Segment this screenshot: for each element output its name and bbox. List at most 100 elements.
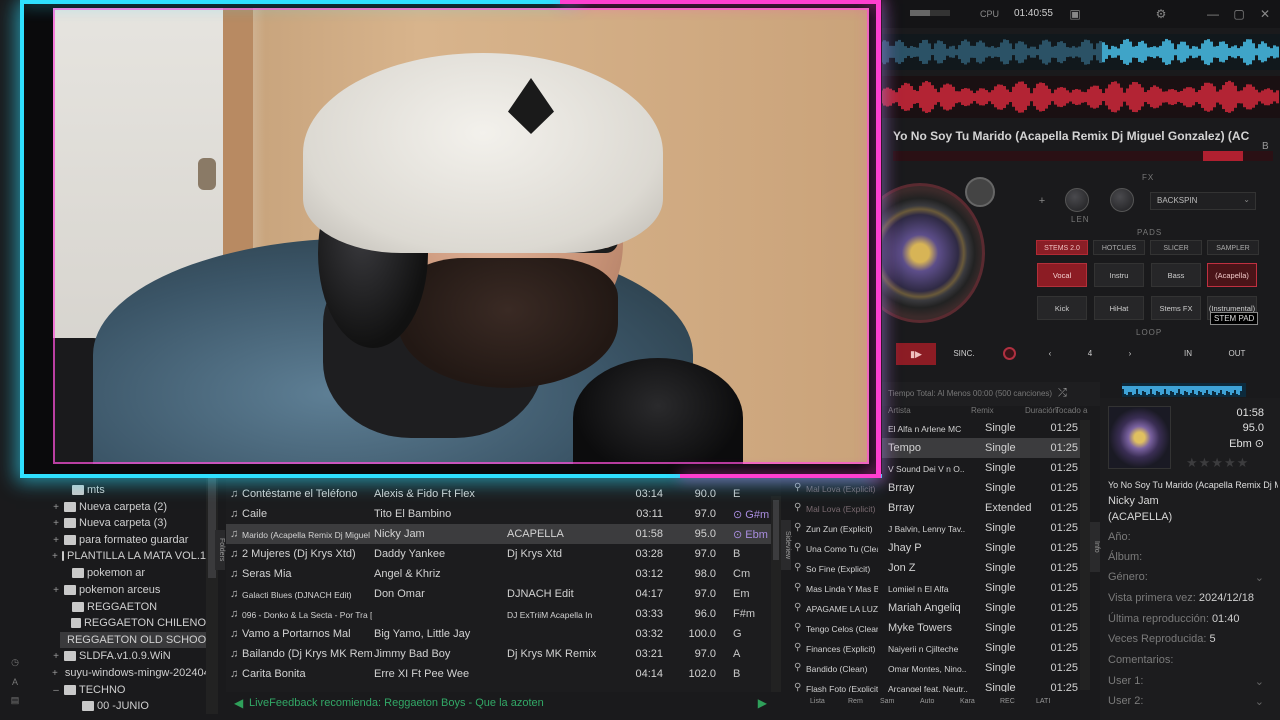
right-list-scrollbar[interactable]: [1080, 420, 1090, 690]
loop-double-button[interactable]: ›: [1120, 343, 1140, 365]
folder-item[interactable]: + Nueva carpeta (2): [52, 499, 206, 515]
shuffle-icon[interactable]: ⤮: [1058, 387, 1067, 400]
tab-hotcues[interactable]: HOTCUES: [1093, 240, 1145, 255]
expand-toggle-icon[interactable]: +: [52, 518, 60, 529]
right-track-row[interactable]: ⚲ Mal Lova (Explicit) Brray Extended 01:25: [790, 498, 1090, 518]
track-list-scrollbar[interactable]: [771, 496, 781, 692]
info-album[interactable]: Álbum:: [1108, 551, 1268, 563]
pad-vocal[interactable]: Vocal: [1037, 263, 1087, 287]
sync-button[interactable]: SINC.: [944, 343, 984, 365]
folder-item[interactable]: + SLDFA.v1.0.9.WiN: [52, 648, 206, 664]
info-side-tab[interactable]: Info: [1090, 522, 1100, 572]
info-year[interactable]: Año:: [1108, 531, 1268, 543]
rating-stars[interactable]: ★★★★★: [1186, 455, 1249, 471]
track-row[interactable]: ♫ Caile Tito El Bambino 03:11 97.0 ⊙ G#m: [226, 504, 781, 524]
fx-knob-len[interactable]: [1065, 188, 1089, 212]
folder-item[interactable]: REGGAETON CHILENO: [60, 615, 206, 631]
mini-waveform[interactable]: [1122, 383, 1246, 397]
expand-toggle-icon[interactable]: +: [52, 651, 60, 662]
folders-side-tab[interactable]: Folders: [215, 530, 225, 570]
pad-stems-fx[interactable]: Stems FX: [1151, 296, 1201, 320]
toolbar-button[interactable]: Lista: [810, 698, 825, 705]
expand-toggle-icon[interactable]: +: [52, 502, 60, 513]
expand-toggle-icon[interactable]: +: [52, 551, 58, 562]
pad-bass[interactable]: Bass: [1151, 263, 1201, 287]
right-track-row[interactable]: ⚲ Tengo Celos (Clean) Myke Towers Single 01:…: [790, 618, 1090, 638]
col-remix[interactable]: Remix: [971, 406, 994, 415]
history-icon[interactable]: ◷: [9, 656, 21, 668]
close-icon[interactable]: ✕: [1258, 7, 1272, 21]
col-artist[interactable]: Artista: [888, 406, 911, 415]
tab-sampler[interactable]: SAMPLER: [1207, 240, 1259, 255]
pad-kick[interactable]: Kick: [1037, 296, 1087, 320]
expand-toggle-icon[interactable]: +: [52, 585, 60, 596]
info-genre[interactable]: Género: ⌄: [1108, 571, 1268, 584]
right-track-row[interactable]: ⚲ Finances (Explicit) Naiyerii n Cjilteche…: [790, 638, 1090, 658]
live-feedback-bar[interactable]: ◀ LiveFeedback recomienda: Reggaeton Boy…: [226, 692, 781, 714]
track-row[interactable]: ♫ Bailando (Dj Krys MK Remix) Jimmy Bad Bo…: [226, 644, 781, 664]
folder-item[interactable]: REGGAETON OLD SCHOOL: [60, 632, 206, 648]
right-track-row[interactable]: ⚲ Una Como Tu (Clean) Jhay P Single 01:25: [790, 538, 1090, 558]
col-duration[interactable]: Duración: [1025, 406, 1057, 415]
loop-size[interactable]: 4: [1075, 343, 1105, 365]
track-row[interactable]: ♫ Seras Mia Angel & Khriz 03:12 98.0 Cm: [226, 564, 781, 584]
track-row[interactable]: ♫ 096 - Donko & La Secta - Por Tra [.. DJ …: [226, 604, 781, 624]
rec-icon[interactable]: [1003, 347, 1016, 360]
toolbar-button[interactable]: Sam: [880, 698, 894, 705]
gear-icon[interactable]: ⚙: [1154, 7, 1168, 21]
folder-item[interactable]: + para formateo guardar: [52, 532, 206, 548]
track-row[interactable]: ♫ Vamo a Portarnos Mal Big Yamo, Little Ja…: [226, 624, 781, 644]
right-track-row[interactable]: ⚲ Mal Lova (Explicit) Brray Single 01:25: [790, 478, 1090, 498]
folder-item[interactable]: + suyu-windows-mingw-20240410-0cfe4: [52, 665, 206, 681]
folder-item[interactable]: pokemon ar: [60, 565, 206, 581]
track-row[interactable]: ♫ Carita Bonita Erre XI Ft Pee Wee 04:14 102…: [226, 664, 781, 684]
track-row[interactable]: ♫Marido (Acapella Remix Dj Miguel GonzNi…: [226, 524, 781, 544]
folder-item[interactable]: – TECHNO: [52, 682, 206, 698]
minimize-icon[interactable]: —: [1206, 7, 1220, 21]
expand-toggle-icon[interactable]: –: [52, 685, 60, 696]
expand-toggle-icon[interactable]: +: [52, 535, 60, 546]
track-row[interactable]: ♫ Galacti Blues (DJNACH Edit) Don Omar DJNA…: [226, 584, 781, 604]
tree-scrollbar[interactable]: [206, 476, 218, 714]
play-pause-button[interactable]: ▮▶: [896, 343, 936, 365]
toolbar-button[interactable]: Kara: [960, 698, 975, 705]
pad-instru[interactable]: Instru: [1094, 263, 1144, 287]
loop-in-button[interactable]: IN: [1174, 343, 1202, 365]
expand-toggle-icon[interactable]: +: [52, 668, 58, 679]
right-track-row[interactable]: ⚲ So Fine (Explicit) Jon Z Single 01:25: [790, 558, 1090, 578]
info-user2[interactable]: User 2: ⌄: [1108, 695, 1268, 708]
waveform-deck-a[interactable]: [850, 34, 1280, 70]
pad-hihat[interactable]: HiHat: [1094, 296, 1144, 320]
track-row[interactable]: ♫ 2 Mujeres (Dj Krys Xtd) Daddy Yankee Dj K…: [226, 544, 781, 564]
sideview-side-tab[interactable]: Sideview: [781, 520, 791, 570]
pad-acapella[interactable]: (Acapella): [1207, 263, 1257, 287]
record-settings-icon[interactable]: ▣: [1068, 7, 1082, 21]
folder-item[interactable]: mts: [60, 482, 206, 498]
tab-stems[interactable]: STEMS 2.0: [1036, 240, 1088, 255]
fx-select[interactable]: BACKSPIN ⌄: [1150, 192, 1256, 210]
maximize-icon[interactable]: ▢: [1232, 7, 1246, 21]
col-played[interactable]: Tocado a: [1055, 406, 1087, 415]
waveform-deck-b[interactable]: [850, 76, 1280, 118]
track-row[interactable]: ♫ Contéstame el Teléfono Alexis & Fido Ft …: [226, 484, 781, 504]
right-track-row[interactable]: ⚲ Mas Linda Y Mas B.. Lomiiel n El Alfa Sin…: [790, 578, 1090, 598]
folder-item[interactable]: + pokemon arceus: [52, 582, 206, 598]
layout-icon[interactable]: ▤: [9, 694, 21, 706]
deck-progress-bar[interactable]: [893, 151, 1273, 161]
tonearm-knob[interactable]: [965, 177, 995, 207]
font-icon[interactable]: A: [9, 676, 21, 688]
right-track-row[interactable]: ⚲ APAGAME LA LUZ (.. Mariah Angeliq Single 0…: [790, 598, 1090, 618]
play-icon[interactable]: ▶: [758, 696, 767, 710]
folder-item[interactable]: + PLANTILLA LA MATA VOL.1: [52, 548, 206, 564]
right-track-row[interactable]: ⚲ Zun Zun (Explicit) J Balvin, Lenny Tav..…: [790, 518, 1090, 538]
tab-slicer[interactable]: SLICER: [1150, 240, 1202, 255]
folder-item[interactable]: 00 -JUNIO: [70, 698, 206, 714]
folder-item[interactable]: + Nueva carpeta (3): [52, 515, 206, 531]
folder-item[interactable]: REGGAETON: [60, 599, 206, 615]
toolbar-button[interactable]: REC: [1000, 698, 1015, 705]
loop-half-button[interactable]: ‹: [1040, 343, 1060, 365]
toolbar-button[interactable]: Rem: [848, 698, 863, 705]
loop-out-button[interactable]: OUT: [1222, 343, 1252, 365]
fx-knob-2[interactable]: [1110, 188, 1134, 212]
toolbar-button[interactable]: LATI: [1036, 698, 1050, 705]
